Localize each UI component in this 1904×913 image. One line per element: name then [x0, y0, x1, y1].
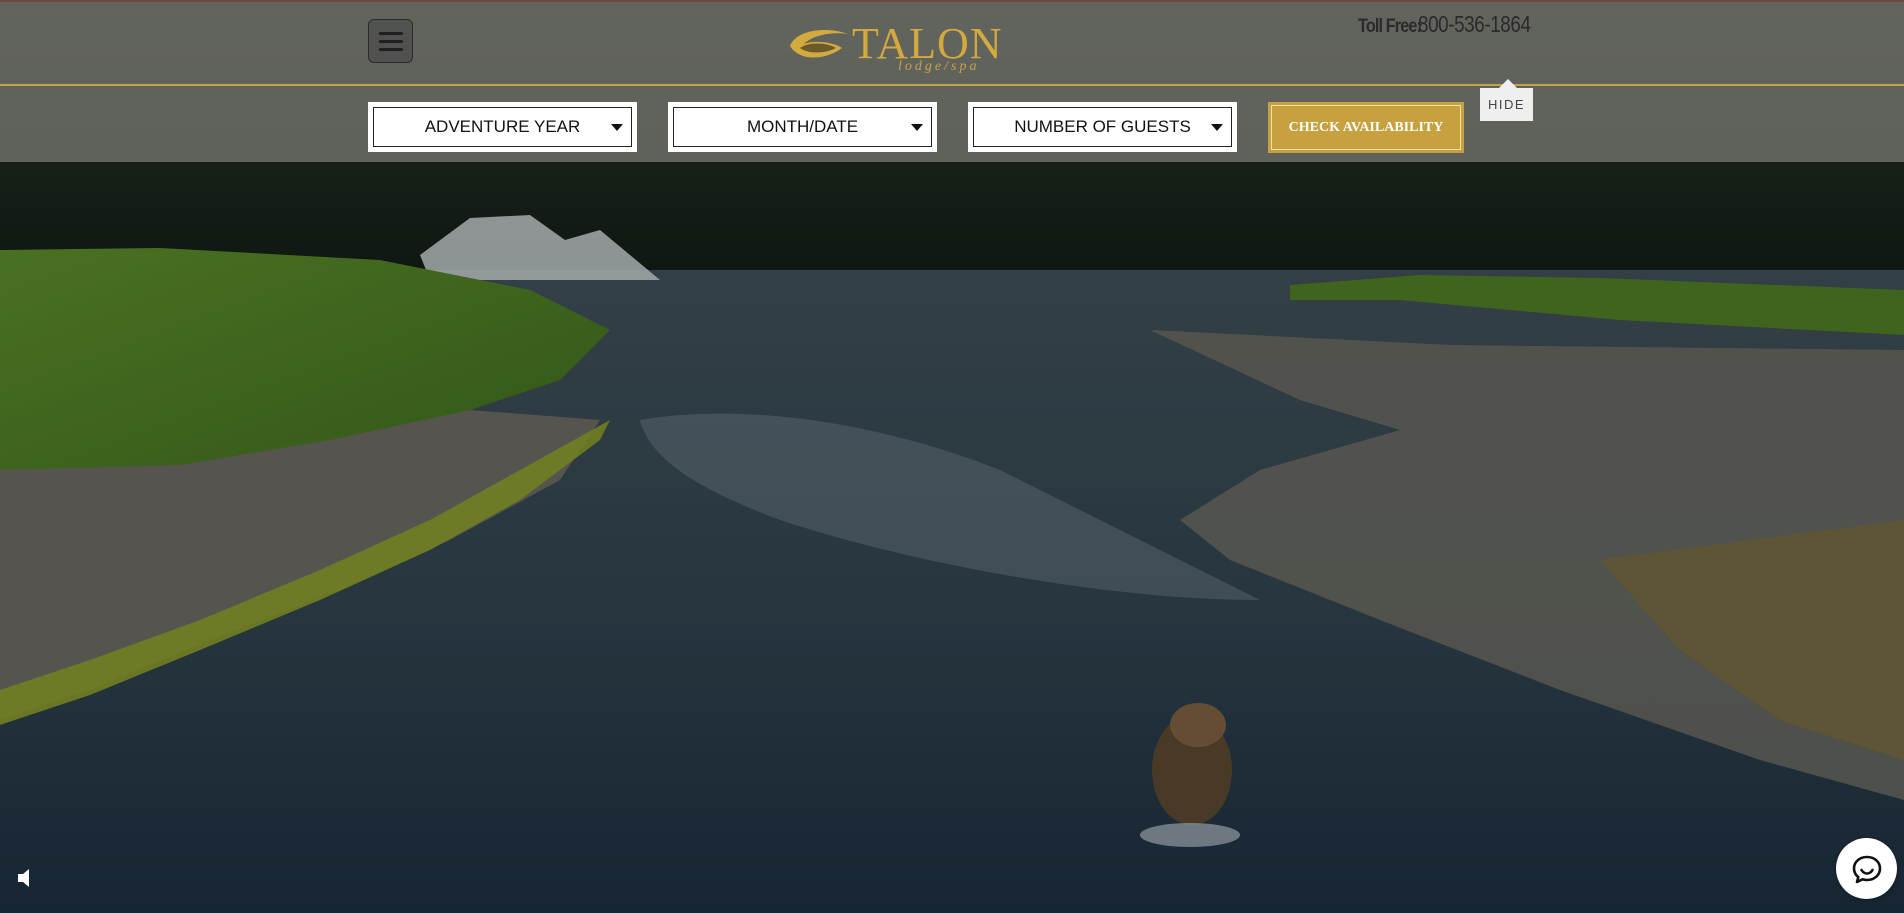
hide-booking-bar-button[interactable]: HIDE: [1480, 79, 1533, 121]
adventure-year-select[interactable]: ADVENTURE YEAR: [368, 102, 637, 152]
menu-button[interactable]: [368, 19, 413, 63]
caret-down-icon: [1211, 124, 1223, 131]
number-of-guests-select[interactable]: NUMBER OF GUESTS: [968, 102, 1237, 152]
toll-free-phone[interactable]: Toll Free: 800-536-1864: [1358, 11, 1555, 41]
check-availability-button[interactable]: CHECK AVAILABILITY: [1268, 102, 1464, 153]
month-date-select[interactable]: MONTH/DATE: [668, 102, 937, 152]
site-header: TALON lodge/spa Toll Free: 800-536-1864 …: [0, 0, 1904, 162]
speaker-icon: [18, 869, 29, 887]
sound-toggle-button[interactable]: [16, 866, 38, 890]
phone-label: Toll Free:: [1358, 16, 1422, 37]
header-divider: [0, 84, 1904, 86]
hamburger-menu-icon: [378, 31, 403, 35]
talon-swoosh-icon: [790, 30, 848, 58]
caret-down-icon: [611, 124, 623, 131]
chat-widget-button[interactable]: [1836, 838, 1897, 899]
logo-tagline: lodge/spa: [898, 59, 980, 74]
adventure-year-label: ADVENTURE YEAR: [424, 117, 581, 136]
chat-bubble-icon: [1852, 855, 1881, 883]
number-of-guests-label: NUMBER OF GUESTS: [1014, 117, 1191, 136]
phone-number[interactable]: 800-536-1864: [1418, 11, 1531, 38]
month-date-label: MONTH/DATE: [746, 117, 859, 136]
talon-logo[interactable]: TALON lodge/spa: [786, 12, 1010, 76]
caret-down-icon: [911, 124, 923, 131]
